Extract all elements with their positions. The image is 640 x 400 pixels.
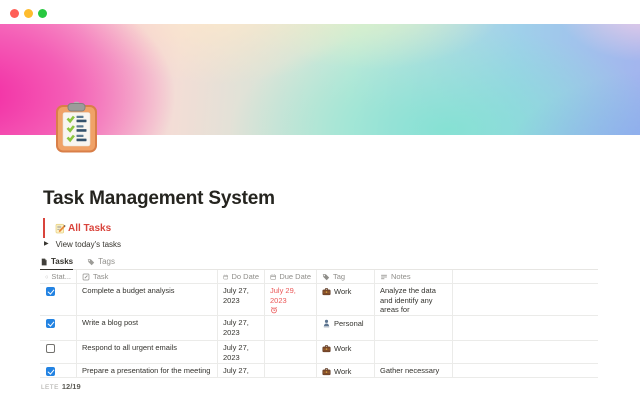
table-header: Stat... Task Do Date Due Date Tag Notes [40,270,598,284]
tag-icon [322,273,330,281]
tag-label: Work [334,287,352,296]
cell-tag[interactable]: Work [317,284,375,315]
cell-empty[interactable] [453,341,598,363]
column-header-due-date[interactable]: Due Date [265,270,317,283]
task-checkbox[interactable] [46,319,55,328]
tag-label: Work [334,367,352,376]
cell-task[interactable]: Write a blog post [77,316,218,340]
column-label: Do Date [231,272,259,281]
cell-status [40,316,77,340]
tag-label: Personal [334,319,364,328]
document-icon [40,258,48,266]
cell-empty[interactable] [453,284,598,315]
status-icon [45,273,48,281]
cell-do-date[interactable]: July 27, 2023 [218,284,265,315]
column-header-status[interactable]: Stat... [40,270,77,283]
calendar-icon [223,273,228,281]
tag-label: Work [334,344,352,353]
cell-task[interactable]: Respond to all urgent emails [77,341,218,363]
tab-label: Tasks [51,257,74,266]
edit-icon [82,273,90,281]
column-header-notes[interactable]: Notes [375,270,453,283]
task-checkbox[interactable] [46,287,55,296]
cell-empty[interactable] [453,364,598,377]
all-tasks-callout[interactable]: All Tasks [43,218,111,238]
cell-due-date[interactable] [265,316,317,340]
cell-due-date[interactable] [265,364,317,377]
table-row: Respond to all urgent emails July 27, 20… [40,341,598,364]
cell-tag[interactable]: Work [317,341,375,363]
cell-status [40,284,77,315]
due-date-text: July 29, 2023 [270,286,296,305]
column-label: Task [93,272,109,281]
view-tabs: Tasks Tags [40,254,598,270]
column-label: Notes [391,272,411,281]
table-footer-calculation[interactable]: LETE 12/19 [40,378,598,391]
calendar-icon [270,273,276,281]
minimize-button[interactable] [24,9,33,18]
cell-due-date[interactable] [265,341,317,363]
calc-value: 12/19 [61,382,81,391]
cell-status [40,364,77,377]
briefcase-icon [322,287,331,296]
cell-due-date[interactable]: July 29, 2023 [265,284,317,315]
briefcase-icon [322,344,331,353]
cell-status [40,341,77,363]
clipboard-page-icon[interactable] [55,101,98,153]
cell-empty[interactable] [453,316,598,340]
cell-task[interactable]: Complete a budget analysis [77,284,218,315]
column-label: Stat... [51,272,71,281]
toggle-arrow-icon[interactable]: ▶ [44,239,49,249]
cell-notes[interactable] [375,341,453,363]
cell-notes[interactable]: Analyze the data and identify any areas … [375,284,453,315]
memo-icon [55,223,66,234]
column-header-spacer[interactable] [453,270,598,283]
person-icon [322,319,331,328]
tasks-database: Tasks Tags Stat... Task Do Date Due Date… [40,254,598,391]
cell-do-date[interactable]: July 27, 2023 [218,364,265,377]
tag-icon [87,258,95,266]
cell-notes[interactable]: Gather necessary [375,364,453,377]
column-header-do-date[interactable]: Do Date [218,270,265,283]
notes-icon [380,273,388,281]
page-title[interactable]: Task Management System [43,188,275,210]
tab-label: Tags [98,257,115,266]
callout-label: All Tasks [68,222,112,234]
task-checkbox[interactable] [46,344,55,353]
cell-tag[interactable]: Work [317,364,375,377]
task-checkbox[interactable] [46,367,55,376]
cell-do-date[interactable]: July 27, 2023 [218,316,265,340]
cell-notes[interactable] [375,316,453,340]
table-row: Prepare a presentation for the meeting J… [40,364,598,378]
view-todays-tasks-toggle[interactable]: ▶ View today's tasks [44,239,121,249]
zoom-button[interactable] [38,9,47,18]
cell-task[interactable]: Prepare a presentation for the meeting [77,364,218,377]
window-controls [10,9,47,18]
calc-label: LETE [41,384,59,391]
table-row: Write a blog post July 27, 2023 Personal [40,316,598,341]
tab-tags[interactable]: Tags [87,254,115,269]
close-button[interactable] [10,9,19,18]
cell-do-date[interactable]: July 27, 2023 [218,341,265,363]
tab-tasks[interactable]: Tasks [40,255,74,270]
toggle-label: View today's tasks [55,239,122,249]
briefcase-icon [322,367,331,376]
column-label: Tag [333,272,346,281]
column-header-tag[interactable]: Tag [317,270,375,283]
column-header-task[interactable]: Task [77,270,218,283]
cell-tag[interactable]: Personal [317,316,375,340]
alarm-reminder-icon [270,306,278,314]
notion-window: Task Management System All Tasks ▶ View … [0,0,640,400]
table-row: Complete a budget analysis July 27, 2023… [40,284,598,316]
column-label: Due Date [279,272,311,281]
